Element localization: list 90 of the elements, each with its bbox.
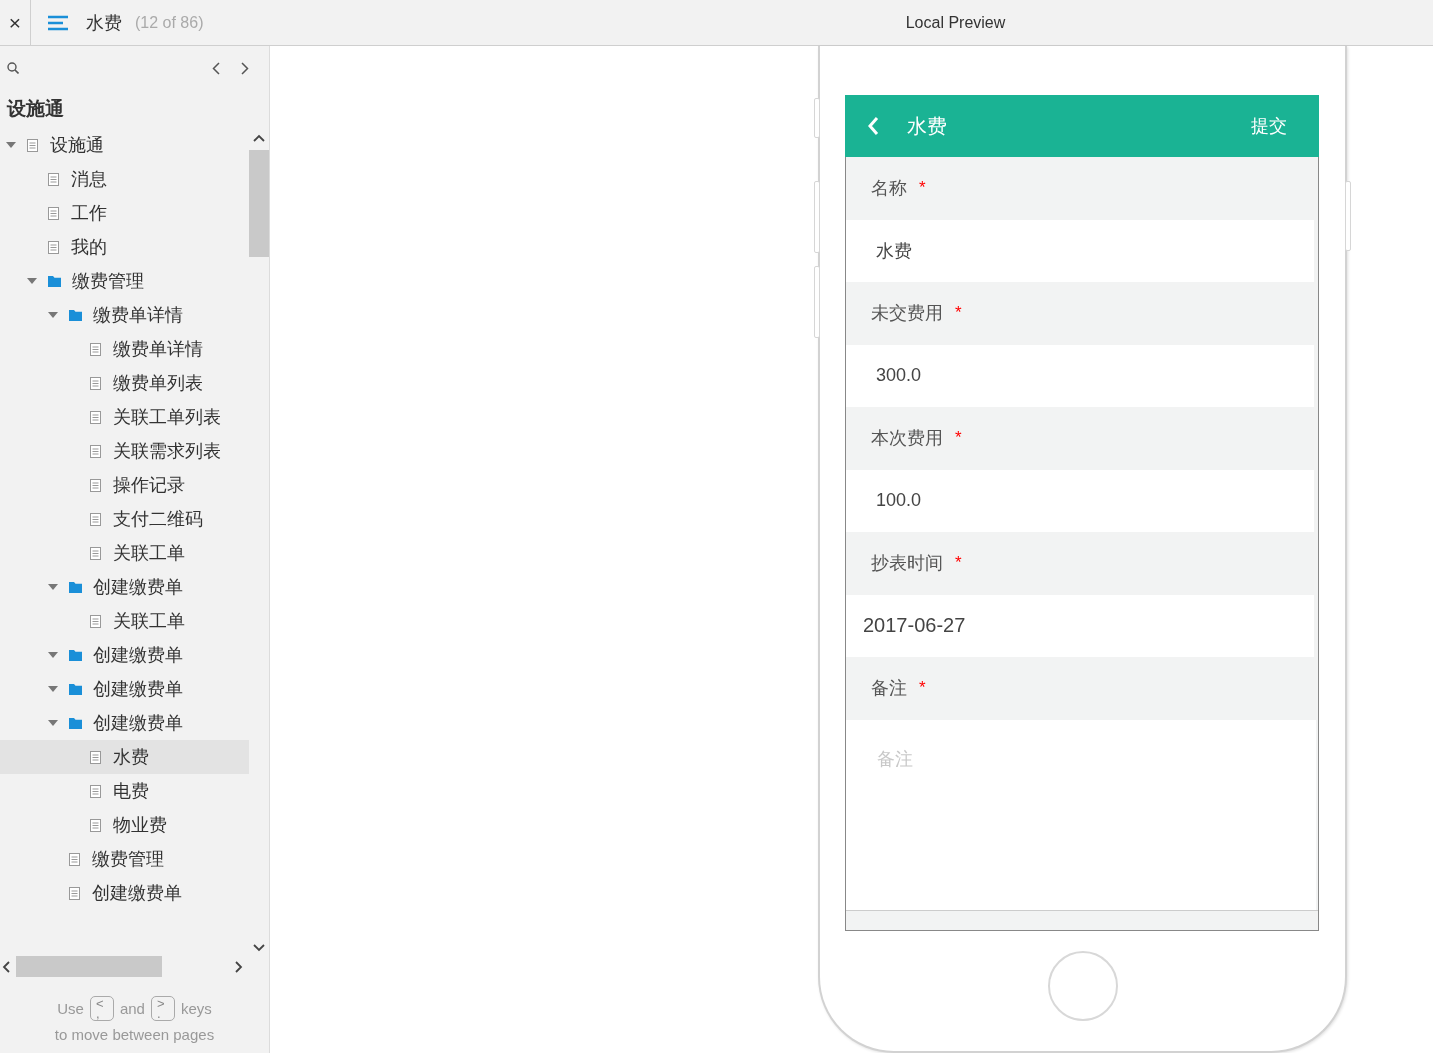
folder-icon [69,683,82,695]
field-label: 备注 [871,677,907,701]
scroll-down-icon[interactable] [253,944,265,952]
folder-icon [69,581,82,593]
page-icon [90,376,101,390]
text-field[interactable]: 水费 [846,219,1314,282]
key-cap: < , [89,996,114,1021]
tree-item[interactable]: 关联工单 [0,604,249,638]
page-icon [90,818,101,832]
page-icon [48,206,59,220]
required-mark: * [919,678,926,699]
tree-item[interactable]: 物业费 [0,808,249,842]
page-icon [90,546,101,560]
scrollbar-thumb[interactable] [249,150,269,257]
page-icon [69,886,80,900]
back-icon[interactable] [867,116,879,136]
folder-icon [69,717,82,729]
page-icon [48,240,59,254]
tree-item[interactable]: 缴费管理 [0,264,249,298]
scrollbar-thumb[interactable] [16,956,162,977]
text-field[interactable]: 300.0 [846,344,1314,407]
required-mark: * [955,303,962,324]
field-label: 未交费用 [871,302,943,326]
caret-down-icon[interactable] [48,652,58,658]
menu-icon[interactable] [48,14,68,31]
page-icon [90,784,101,798]
tree-item[interactable]: 缴费单详情 [0,332,249,366]
required-mark: * [919,178,926,199]
page-icon [48,172,59,186]
tree-item[interactable]: 消息 [0,162,249,196]
tree-item[interactable]: 关联需求列表 [0,434,249,468]
close-button[interactable]: × [0,0,31,45]
page-icon [90,512,101,526]
caret-down-icon[interactable] [27,278,37,284]
tree-item[interactable]: 我的 [0,230,249,264]
page-title: 水费 [86,11,122,35]
field-label: 名称 [871,177,907,201]
page-count: (12 of 86) [135,13,204,32]
tree-item[interactable]: 缴费单列表 [0,366,249,400]
required-mark: * [955,553,962,574]
caret-down-icon[interactable] [48,312,58,318]
page-icon [90,444,101,458]
page-icon [69,852,80,866]
folder-icon [69,309,82,321]
screen-title: 水费 [907,113,947,139]
tree-item[interactable]: 创建缴费单 [0,876,249,910]
scroll-left-icon[interactable] [2,960,10,973]
date-field[interactable]: 2017-06-27 [846,594,1314,657]
page-icon [90,342,101,356]
tree-item[interactable]: 操作记录 [0,468,249,502]
caret-down-icon[interactable] [48,686,58,692]
tree-item[interactable]: 水费 [0,740,249,774]
caret-down-icon[interactable] [48,720,58,726]
preview-title: Local Preview [905,13,1006,31]
field-label: 本次费用 [871,427,943,451]
tree-item[interactable]: 电费 [0,774,249,808]
folder-icon [69,649,82,661]
tree-item[interactable]: 缴费管理 [0,842,249,876]
tree-item[interactable]: 创建缴费单 [0,570,249,604]
project-heading: 设施通 [5,97,65,121]
tree-item[interactable]: 创建缴费单 [0,672,249,706]
page-icon [27,138,38,152]
chevron-left-icon [211,61,220,75]
hint-text: to move between pages [54,1026,215,1043]
hint-text: keys [180,1000,212,1017]
tree-item[interactable]: 创建缴费单 [0,638,249,672]
caret-down-icon[interactable] [48,584,58,590]
tree-item[interactable]: 关联工单列表 [0,400,249,434]
page-icon [90,614,101,628]
page-icon [90,750,101,764]
scroll-right-icon[interactable] [235,960,243,973]
search-icon[interactable] [7,62,19,74]
field-label: 抄表时间 [871,552,943,576]
key-cap: > . [150,996,175,1021]
tree-item[interactable]: 工作 [0,196,249,230]
page-icon [90,410,101,424]
hint-text: Use [57,1000,84,1017]
chevron-right-icon [240,61,249,75]
tree-item[interactable]: 缴费单详情 [0,298,249,332]
folder-icon [48,275,61,287]
tree-item[interactable]: 创建缴费单 [0,706,249,740]
page-icon [90,478,101,492]
scroll-up-icon[interactable] [253,134,265,142]
text-field[interactable]: 100.0 [846,469,1314,532]
caret-down-icon[interactable] [6,142,16,148]
tree-item[interactable]: 设施通 [0,128,249,162]
tree-item[interactable]: 关联工单 [0,536,249,570]
hint-text: and [119,1000,145,1017]
tree-item[interactable]: 支付二维码 [0,502,249,536]
required-mark: * [955,428,962,449]
